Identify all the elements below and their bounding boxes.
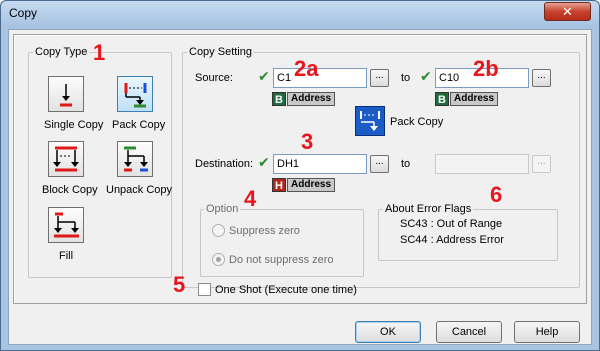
annotation-5: 5 <box>173 272 186 297</box>
unpack-copy-caption: Unpack Copy <box>106 184 173 196</box>
source-label: Source: <box>195 72 233 84</box>
fill-icon <box>54 212 79 238</box>
one-shot-checkbox[interactable] <box>198 283 211 296</box>
source-to-tag-text: Address <box>450 92 499 106</box>
annotation-6: 6 <box>490 182 503 207</box>
source-valid-check-icon: ✔ <box>258 68 270 84</box>
annotation-1: 1 <box>93 40 106 65</box>
no-suppress-zero-radio[interactable] <box>212 253 225 266</box>
block-copy-caption: Block Copy <box>42 184 98 196</box>
source-to-browse-button[interactable]: ... <box>532 69 551 87</box>
destination-browse-button[interactable]: ... <box>370 155 389 173</box>
error-flag-sc43: SC43 : Out of Range <box>400 218 503 230</box>
suppress-zero-radio[interactable] <box>212 224 225 237</box>
hex-type-icon: H <box>272 178 286 192</box>
block-copy-icon <box>53 146 79 172</box>
title-bar: Copy ✕ <box>1 1 599 27</box>
pack-copy-caption: Pack Copy <box>112 119 166 131</box>
single-copy-button[interactable] <box>48 76 84 112</box>
destination-input[interactable]: DH1 <box>273 154 367 174</box>
destination-valid-check-icon: ✔ <box>258 154 270 170</box>
annotation-3: 3 <box>301 129 314 154</box>
block-copy-button[interactable] <box>48 141 84 177</box>
option-label: Option <box>204 203 241 215</box>
ok-button[interactable]: OK <box>355 321 421 343</box>
single-copy-icon <box>60 84 72 107</box>
annotation-2a: 2a <box>294 56 319 81</box>
single-copy-caption: Single Copy <box>44 119 104 131</box>
destination-tag-text: Address <box>287 178 336 192</box>
bit-type-icon: B <box>435 92 449 106</box>
source-to-label: to <box>401 72 411 84</box>
pack-copy-button[interactable] <box>117 76 153 112</box>
no-suppress-zero-label: Do not suppress zero <box>229 254 334 266</box>
error-flags-label: About Error Flags <box>383 203 474 215</box>
fill-caption: Fill <box>59 250 74 262</box>
source-address-tag: B Address <box>272 92 352 106</box>
cancel-button[interactable]: Cancel <box>436 321 502 343</box>
unpack-copy-icon <box>124 146 148 172</box>
window-title: Copy <box>9 6 38 20</box>
close-button[interactable]: ✕ <box>544 2 591 21</box>
help-button[interactable]: Help <box>514 321 580 343</box>
pack-copy-mode-label: Pack Copy <box>390 116 444 128</box>
source-browse-button[interactable]: ... <box>370 69 389 87</box>
one-shot-label: One Shot (Execute one time) <box>215 284 357 296</box>
annotation-2b: 2b <box>473 56 499 81</box>
pack-copy-icon <box>124 83 147 108</box>
copy-setting-label: Copy Setting <box>187 46 254 58</box>
suppress-zero-label: Suppress zero <box>229 225 300 237</box>
error-flag-sc44: SC44 : Address Error <box>400 234 504 246</box>
destination-label: Destination: <box>195 158 254 170</box>
fill-button[interactable] <box>48 207 84 243</box>
copy-dialog: Copy ✕ Copy Type Single Copy Pack Copy B… <box>0 0 600 351</box>
source-tag-text: Address <box>287 92 336 106</box>
source-to-valid-check-icon: ✔ <box>420 68 432 84</box>
option-group <box>200 209 364 277</box>
annotation-4: 4 <box>244 186 257 211</box>
destination-to-browse-button[interactable]: ... <box>532 155 551 173</box>
source-input[interactable]: C1 <box>273 68 367 88</box>
destination-to-label: to <box>401 158 411 170</box>
pack-copy-mode-icon <box>355 106 385 136</box>
copy-type-label: Copy Type <box>33 46 90 58</box>
bit-type-icon: B <box>272 92 286 106</box>
destination-address-tag: H Address <box>272 178 352 192</box>
destination-to-input[interactable] <box>435 154 529 174</box>
unpack-copy-button[interactable] <box>117 141 153 177</box>
source-to-address-tag: B Address <box>435 92 515 106</box>
